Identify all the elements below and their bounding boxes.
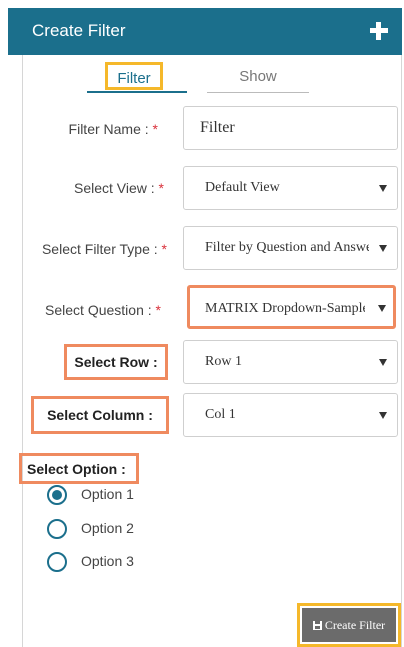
required-marker: * [155,302,161,318]
radio-unchecked-icon [47,552,67,572]
select-column-dropdown[interactable]: Col 1 [183,393,398,437]
filter-name-input[interactable]: Filter [183,106,398,150]
select-question-value: MATRIX Dropdown-Sample [205,301,365,316]
caret-down-icon [379,359,387,366]
select-option-label: Select Option : [19,453,139,484]
create-filter-label: Create Filter [324,618,386,632]
select-question-dropdown[interactable]: MATRIX Dropdown-Sample [187,285,396,329]
select-row-label: Select Row : [64,344,168,380]
panel-border-left [22,55,23,647]
radio-option-label: Option 2 [81,520,134,536]
select-row-dropdown[interactable]: Row 1 [183,340,398,384]
save-icon [312,621,322,630]
required-marker: * [161,241,167,257]
select-column-value: Col 1 [205,407,236,422]
panel-border-right [401,55,402,647]
select-filter-type-value: Filter by Question and Answer [205,240,369,255]
select-view-value: Default View [205,180,280,195]
panel-title: Create Filter [32,21,126,40]
caret-down-icon [379,185,387,192]
caret-down-icon [378,305,386,312]
required-marker: * [158,180,164,196]
select-row-value: Row 1 [205,354,242,369]
caret-down-icon [379,412,387,419]
create-filter-highlight: Create Filter [297,603,401,647]
tab-filter[interactable]: Filter [105,62,163,90]
create-filter-button[interactable]: Create Filter [302,608,396,642]
select-view-dropdown[interactable]: Default View [183,166,398,210]
tab-show[interactable]: Show [207,66,309,93]
select-view-label: Select View : * [73,180,164,196]
select-question-label: Select Question : * [45,302,161,318]
panel-header: Create Filter [8,8,402,55]
required-marker: * [152,121,158,137]
radio-option-label: Option 3 [81,553,134,569]
caret-down-icon [379,245,387,252]
tab-filter-underline [87,91,187,93]
radio-option-label: Option 1 [81,486,134,502]
radio-unchecked-icon [47,519,67,539]
radio-checked-icon [47,485,67,505]
select-filter-type-label: Select Filter Type : * [41,241,167,257]
select-filter-type-dropdown[interactable]: Filter by Question and Answer [183,226,398,270]
select-column-label: Select Column : [31,396,169,434]
plus-icon[interactable] [370,22,388,40]
filter-name-label: Filter Name : * [68,121,158,137]
